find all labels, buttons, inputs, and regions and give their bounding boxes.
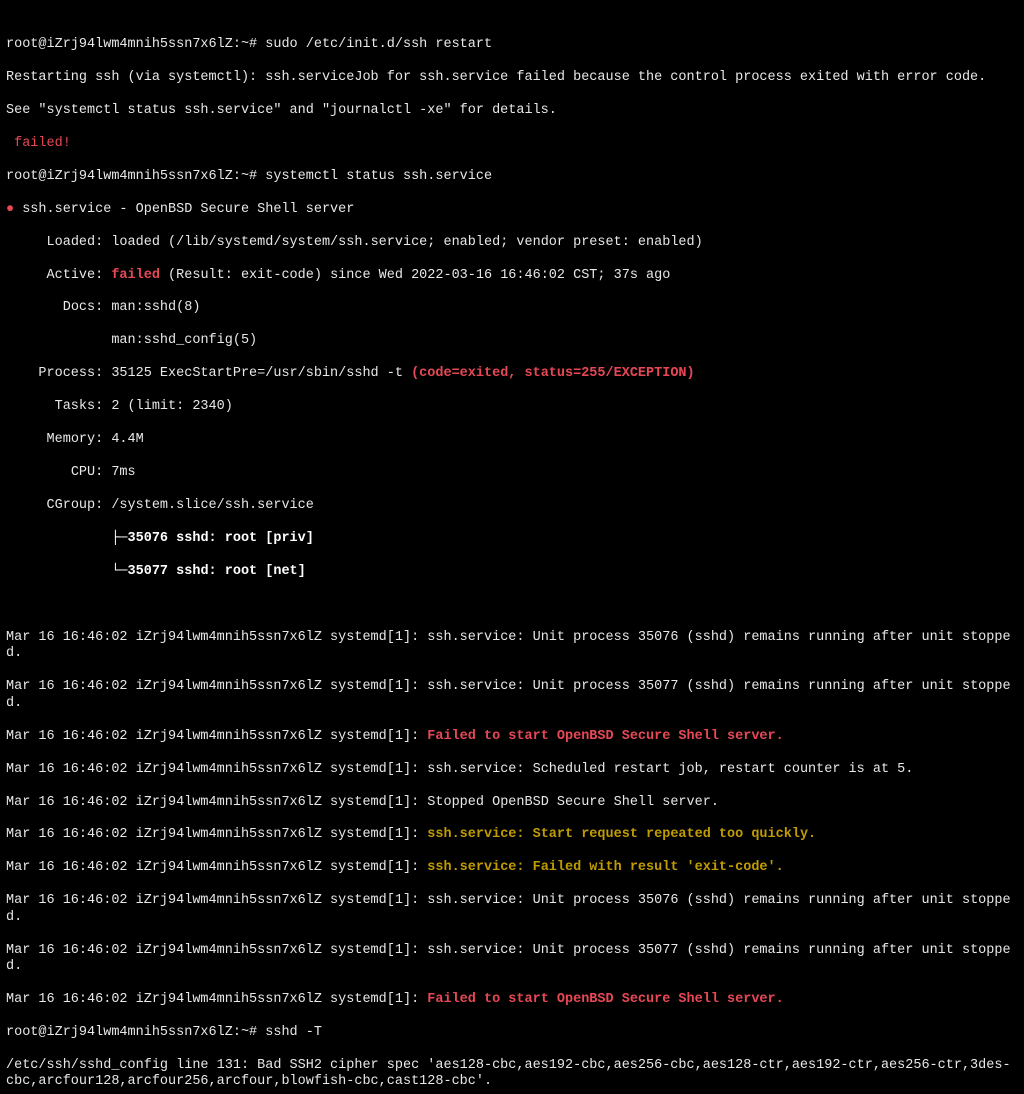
log-line: Mar 16 16:46:02 iZrj94lwm4mnih5ssn7x6lZ … — [6, 729, 1018, 745]
log-prefix: Mar 16 16:46:02 iZrj94lwm4mnih5ssn7x6lZ … — [6, 860, 427, 875]
service-title: ssh.service - OpenBSD Secure Shell serve… — [22, 202, 354, 217]
cgroup-line: CGroup: /system.slice/ssh.service — [6, 498, 1018, 514]
log-prefix: Mar 16 16:46:02 iZrj94lwm4mnih5ssn7x6lZ … — [6, 992, 427, 1007]
error-output: /etc/ssh/sshd_config line 131: Bad SSH2 … — [6, 1058, 1018, 1091]
process-pre: Process: 35125 ExecStartPre=/usr/sbin/ss… — [6, 366, 411, 381]
log-prefix: Mar 16 16:46:02 iZrj94lwm4mnih5ssn7x6lZ … — [6, 679, 427, 694]
memory-line: Memory: 4.4M — [6, 432, 1018, 448]
log-prefix: Mar 16 16:46:02 iZrj94lwm4mnih5ssn7x6lZ … — [6, 943, 427, 958]
status-dot-icon: ● — [6, 202, 22, 217]
command-text: systemctl status ssh.service — [265, 169, 492, 184]
log-prefix: Mar 16 16:46:02 iZrj94lwm4mnih5ssn7x6lZ … — [6, 762, 427, 777]
prompt-line-3: root@iZrj94lwm4mnih5ssn7x6lZ:~# sshd -T — [6, 1025, 1018, 1041]
log-prefix: Mar 16 16:46:02 iZrj94lwm4mnih5ssn7x6lZ … — [6, 795, 427, 810]
prompt: root@iZrj94lwm4mnih5ssn7x6lZ:~# — [6, 169, 265, 184]
prompt: root@iZrj94lwm4mnih5ssn7x6lZ:~# — [6, 37, 265, 52]
cgroup-tree: ├─35076 sshd: root [priv] — [6, 531, 1018, 547]
output-line: See "systemctl status ssh.service" and "… — [6, 103, 1018, 119]
prompt-line-2: root@iZrj94lwm4mnih5ssn7x6lZ:~# systemct… — [6, 169, 1018, 185]
command-text: sshd -T — [265, 1025, 322, 1040]
log-line: Mar 16 16:46:02 iZrj94lwm4mnih5ssn7x6lZ … — [6, 630, 1018, 663]
terminal-output[interactable]: root@iZrj94lwm4mnih5ssn7x6lZ:~# sudo /et… — [0, 0, 1024, 1094]
log-msg-warn: ssh.service: Start request repeated too … — [427, 827, 816, 842]
log-line: Mar 16 16:46:02 iZrj94lwm4mnih5ssn7x6lZ … — [6, 992, 1018, 1008]
log-line: Mar 16 16:46:02 iZrj94lwm4mnih5ssn7x6lZ … — [6, 827, 1018, 843]
log-line: Mar 16 16:46:02 iZrj94lwm4mnih5ssn7x6lZ … — [6, 762, 1018, 778]
log-line: Mar 16 16:46:02 iZrj94lwm4mnih5ssn7x6lZ … — [6, 860, 1018, 876]
tasks-line: Tasks: 2 (limit: 2340) — [6, 399, 1018, 415]
log-prefix: Mar 16 16:46:02 iZrj94lwm4mnih5ssn7x6lZ … — [6, 729, 427, 744]
process-status: (code=exited, status=255/EXCEPTION) — [411, 366, 695, 381]
log-line: Mar 16 16:46:02 iZrj94lwm4mnih5ssn7x6lZ … — [6, 679, 1018, 712]
failed-word: failed! — [6, 136, 71, 151]
log-line: Mar 16 16:46:02 iZrj94lwm4mnih5ssn7x6lZ … — [6, 795, 1018, 811]
log-prefix: Mar 16 16:46:02 iZrj94lwm4mnih5ssn7x6lZ … — [6, 630, 427, 645]
service-header: ● ssh.service - OpenBSD Secure Shell ser… — [6, 202, 1018, 218]
log-msg-warn: ssh.service: Failed with result 'exit-co… — [427, 860, 783, 875]
process-line: Process: 35125 ExecStartPre=/usr/sbin/ss… — [6, 366, 1018, 382]
command-text: sudo /etc/init.d/ssh restart — [265, 37, 492, 52]
cpu-line: CPU: 7ms — [6, 465, 1018, 481]
log-msg: ssh.service: Scheduled restart job, rest… — [427, 762, 913, 777]
log-prefix: Mar 16 16:46:02 iZrj94lwm4mnih5ssn7x6lZ … — [6, 827, 427, 842]
active-failed: failed — [111, 268, 160, 283]
prompt-line-1: root@iZrj94lwm4mnih5ssn7x6lZ:~# sudo /et… — [6, 37, 1018, 53]
blank-line — [6, 597, 1018, 613]
active-line: Active: failed (Result: exit-code) since… — [6, 268, 1018, 284]
cgroup-tree: └─35077 sshd: root [net] — [6, 564, 1018, 580]
docs-line: Docs: man:sshd(8) — [6, 300, 1018, 316]
active-label: Active: — [6, 268, 111, 283]
log-msg-error: Failed to start OpenBSD Secure Shell ser… — [427, 992, 783, 1007]
docs-line: man:sshd_config(5) — [6, 333, 1018, 349]
log-prefix: Mar 16 16:46:02 iZrj94lwm4mnih5ssn7x6lZ … — [6, 893, 427, 908]
loaded-line: Loaded: loaded (/lib/systemd/system/ssh.… — [6, 235, 1018, 251]
prompt: root@iZrj94lwm4mnih5ssn7x6lZ:~# — [6, 1025, 265, 1040]
output-line: Restarting ssh (via systemctl): ssh.serv… — [6, 70, 1018, 86]
log-line: Mar 16 16:46:02 iZrj94lwm4mnih5ssn7x6lZ … — [6, 943, 1018, 976]
active-rest: (Result: exit-code) since Wed 2022-03-16… — [160, 268, 670, 283]
log-msg: Stopped OpenBSD Secure Shell server. — [427, 795, 719, 810]
log-msg-error: Failed to start OpenBSD Secure Shell ser… — [427, 729, 783, 744]
log-line: Mar 16 16:46:02 iZrj94lwm4mnih5ssn7x6lZ … — [6, 893, 1018, 926]
